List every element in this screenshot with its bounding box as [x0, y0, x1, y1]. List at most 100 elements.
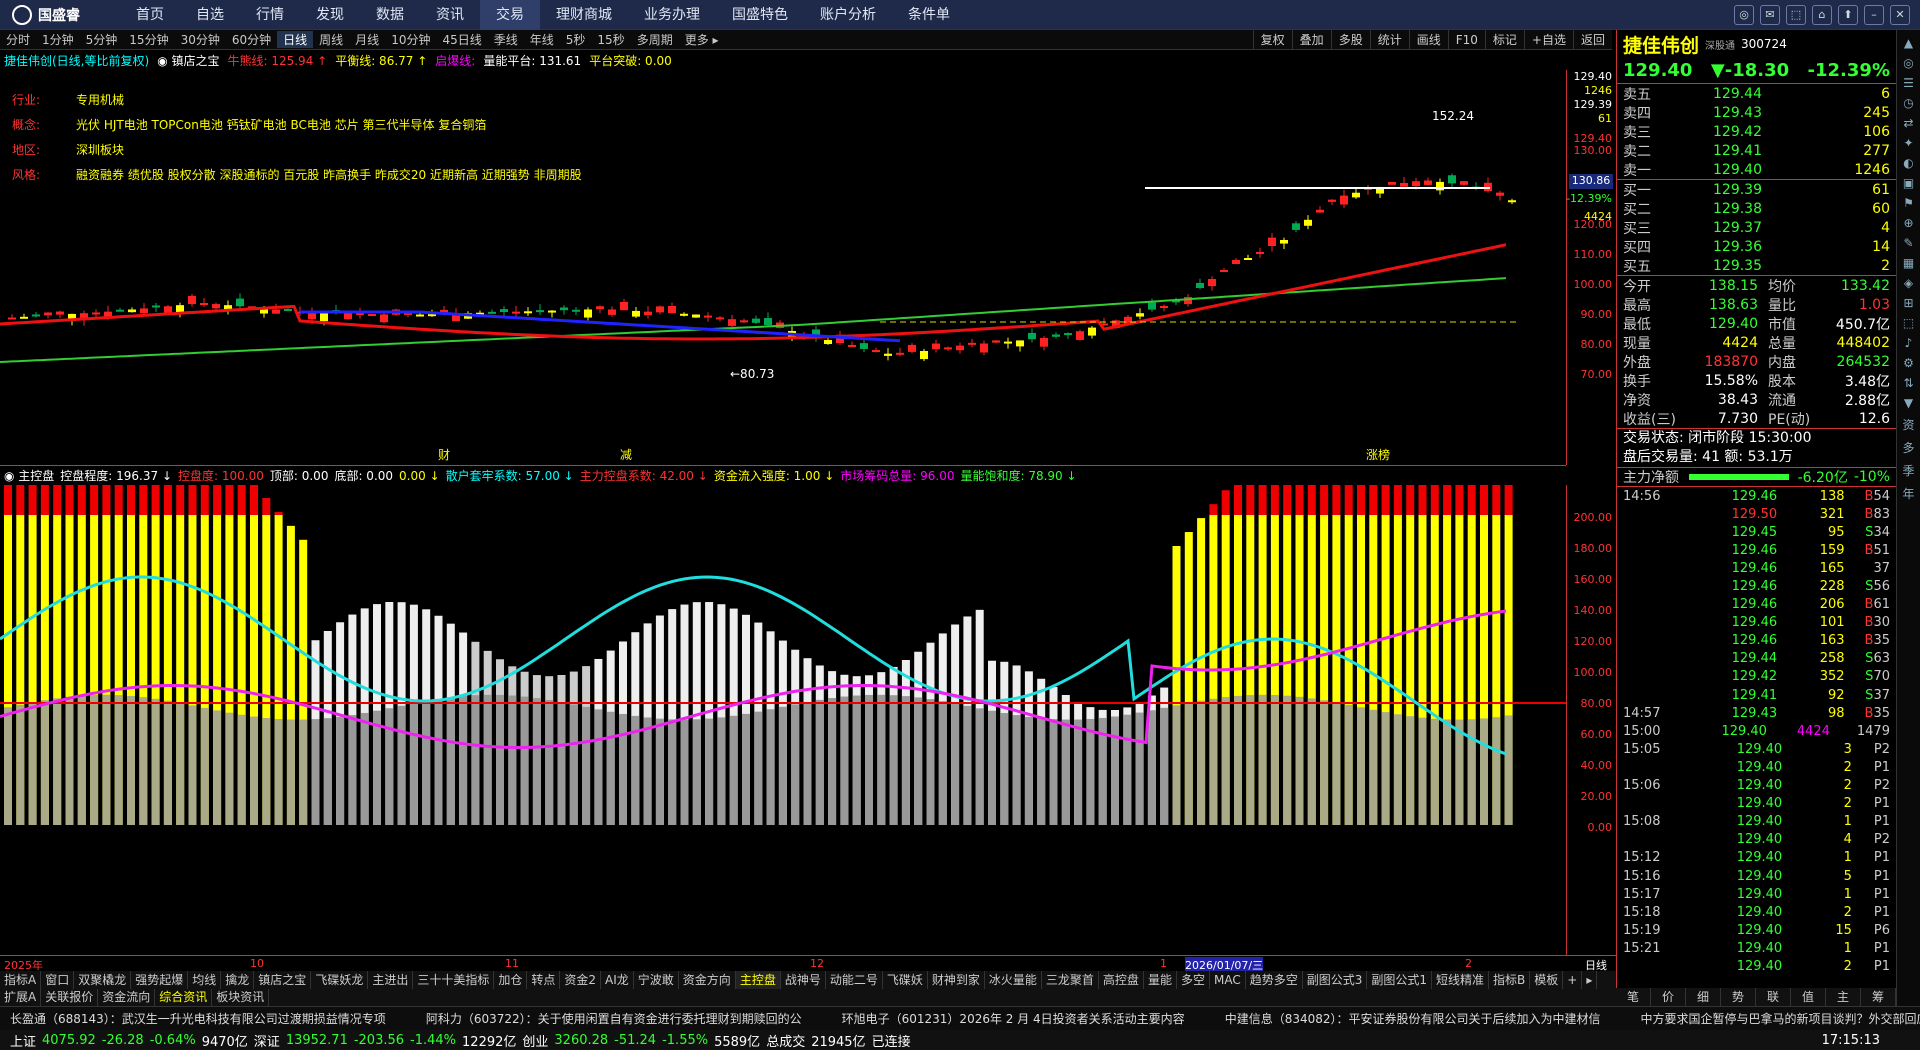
indicator-tab-20[interactable]: 财神到家	[928, 971, 985, 989]
indicator-tab-32[interactable]: 模板	[1530, 971, 1564, 989]
indicator-tab-3[interactable]: 强势起爆	[131, 971, 189, 989]
chart-tool-2[interactable]: 多股	[1330, 30, 1370, 50]
ext-tab-0[interactable]: 扩展A	[0, 989, 42, 1006]
indicator-tab-6[interactable]: 镇店之宝	[254, 971, 312, 989]
news-item[interactable]: 中建信息（834082）：平安证券股份有限公司关于后续加入为中建材信	[1225, 1010, 1601, 1027]
window-icon-5[interactable]: –	[1864, 5, 1884, 25]
indicator-tab-27[interactable]: 趋势多空	[1246, 971, 1303, 989]
chart-tool-4[interactable]: 画线	[1408, 30, 1448, 50]
quote-tab-0[interactable]: 笔	[1616, 988, 1651, 1006]
indicator-tab-28[interactable]: 副图公式3	[1303, 971, 1368, 989]
menu-item-3[interactable]: 发现	[300, 0, 360, 30]
side-icon-6[interactable]: ◐	[1903, 156, 1913, 170]
indicator-tab-15[interactable]: 资金方向	[679, 971, 736, 989]
quote-tab-6[interactable]: 主	[1826, 988, 1861, 1006]
indicator-tab-26[interactable]: MAC	[1210, 971, 1246, 989]
indicator-tab-1[interactable]: 窗口	[41, 971, 75, 989]
indicator-tab-34[interactable]: ▸	[1582, 971, 1598, 989]
indicator-tab-5[interactable]: 擒龙	[221, 971, 255, 989]
indicator-tab-14[interactable]: 宁波敢	[634, 971, 679, 989]
indicator-tab-10[interactable]: 加仓	[494, 971, 528, 989]
indicator-tab-12[interactable]: 资金2	[560, 971, 602, 989]
menu-item-1[interactable]: 自选	[180, 0, 240, 30]
ext-tab-3[interactable]: 综合资讯	[155, 989, 213, 1006]
indicator-tab-21[interactable]: 冰火量能	[985, 971, 1042, 989]
side-icon-16[interactable]: ⚙	[1903, 356, 1914, 370]
side-icon-9[interactable]: ⊕	[1903, 216, 1913, 230]
window-icon-6[interactable]: ✕	[1890, 5, 1910, 25]
side-icon-13[interactable]: ⊞	[1903, 296, 1913, 310]
chart-tool-3[interactable]: 统计	[1369, 30, 1409, 50]
indicator-tab-17[interactable]: 战神号	[781, 971, 826, 989]
indicator-tab-30[interactable]: 短线精准	[1432, 971, 1490, 989]
menu-item-7[interactable]: 理财商城	[540, 0, 628, 30]
menu-item-4[interactable]: 数据	[360, 0, 420, 30]
period-10[interactable]: 45日线	[436, 31, 487, 48]
chart-tool-6[interactable]: 标记	[1484, 30, 1524, 50]
news-item[interactable]: 中方要求国企暂停与巴拿马的新项目谈判？外交部回应	[1641, 1010, 1920, 1027]
quote-tab-2[interactable]: 细	[1686, 988, 1721, 1006]
period-4[interactable]: 30分钟	[175, 31, 226, 48]
quote-tab-5[interactable]: 值	[1791, 988, 1826, 1006]
period-14[interactable]: 15秒	[591, 31, 630, 48]
side-icon-18[interactable]: ▼	[1904, 396, 1913, 410]
ext-tab-2[interactable]: 资金流向	[98, 989, 156, 1006]
chart-tool-7[interactable]: +自选	[1523, 30, 1573, 50]
window-icon-4[interactable]: ⬆	[1838, 5, 1858, 25]
indicator-tab-22[interactable]: 三龙聚首	[1042, 971, 1099, 989]
period-15[interactable]: 多周期	[631, 31, 679, 48]
menu-item-8[interactable]: 业务办理	[628, 0, 716, 30]
side-icon-4[interactable]: ⇄	[1903, 116, 1913, 130]
indicator-tab-29[interactable]: 副图公式1	[1367, 971, 1432, 989]
indicator-tab-9[interactable]: 三十十美指标	[413, 971, 495, 989]
quote-tab-1[interactable]: 价	[1651, 988, 1686, 1006]
side-icon-15[interactable]: ♪	[1905, 336, 1913, 350]
period-0[interactable]: 分时	[0, 31, 36, 48]
side-icon-17[interactable]: ⇅	[1903, 376, 1913, 390]
indicator-tab-18[interactable]: 动能二号	[826, 971, 883, 989]
side-icon-1[interactable]: ◎	[1903, 56, 1913, 70]
window-icon-2[interactable]: ⬚	[1786, 5, 1806, 25]
menu-item-10[interactable]: 账户分析	[804, 0, 892, 30]
chart-tool-5[interactable]: F10	[1447, 30, 1485, 50]
indicator-tab-0[interactable]: 指标A	[0, 971, 42, 989]
side-icon-12[interactable]: ◈	[1904, 276, 1913, 290]
period-5[interactable]: 60分钟	[226, 31, 277, 48]
period-8[interactable]: 月线	[349, 31, 385, 48]
period-1[interactable]: 1分钟	[36, 31, 80, 48]
side-icon-11[interactable]: ▦	[1903, 256, 1914, 270]
news-item[interactable]: 长盈通（688143）：武汉生一升光电科技有限公司过渡期损益情况专项	[10, 1010, 386, 1027]
chart-tool-1[interactable]: 叠加	[1291, 30, 1331, 50]
news-item[interactable]: 环旭电子（601231）2026年 2 月 4日投资者关系活动主要内容	[842, 1010, 1185, 1027]
side-icon-0[interactable]: ▲	[1904, 36, 1913, 50]
tick-list[interactable]: 14:56 129.46 138 B 54 129.50 321 B 83 129.45 95 S 34…	[1617, 487, 1896, 976]
chart-tool-8[interactable]: 返回	[1572, 30, 1612, 50]
period-11[interactable]: 季线	[488, 31, 524, 48]
indicator-name[interactable]: ◉ 主控盘	[4, 467, 54, 484]
quote-tab-3[interactable]: 势	[1721, 988, 1756, 1006]
indicator-tab-23[interactable]: 高控盘	[1099, 971, 1144, 989]
period-16[interactable]: 更多 ▸	[679, 31, 725, 48]
indicator-tab-33[interactable]: +	[1563, 971, 1583, 989]
window-icon-0[interactable]: ◎	[1734, 5, 1754, 25]
period-13[interactable]: 5秒	[560, 31, 592, 48]
menu-item-5[interactable]: 资讯	[420, 0, 480, 30]
period-9[interactable]: 10分钟	[385, 31, 436, 48]
indicator-tab-13[interactable]: AI龙	[601, 971, 634, 989]
quote-tab-7[interactable]: 筹	[1861, 988, 1896, 1006]
side-icon-10[interactable]: ✎	[1903, 236, 1913, 250]
menu-item-6[interactable]: 交易	[480, 0, 540, 30]
indicator-tab-31[interactable]: 指标B	[1489, 971, 1531, 989]
indicator-tab-11[interactable]: 转点	[527, 971, 561, 989]
quote-tab-4[interactable]: 联	[1756, 988, 1791, 1006]
menu-item-0[interactable]: 首页	[120, 0, 180, 30]
ext-tab-1[interactable]: 关联报价	[41, 989, 99, 1006]
indicator-tab-8[interactable]: 主进出	[368, 971, 414, 989]
side-icon-5[interactable]: ✦	[1903, 136, 1913, 150]
indicator-name[interactable]: ◉ 镇店之宝	[157, 52, 219, 69]
menu-item-2[interactable]: 行情	[240, 0, 300, 30]
indicator-tab-19[interactable]: 飞碟妖	[883, 971, 928, 989]
side-icon-22[interactable]: 年	[1902, 485, 1914, 502]
indicator-tab-24[interactable]: 量能	[1144, 971, 1177, 989]
period-3[interactable]: 15分钟	[123, 31, 174, 48]
